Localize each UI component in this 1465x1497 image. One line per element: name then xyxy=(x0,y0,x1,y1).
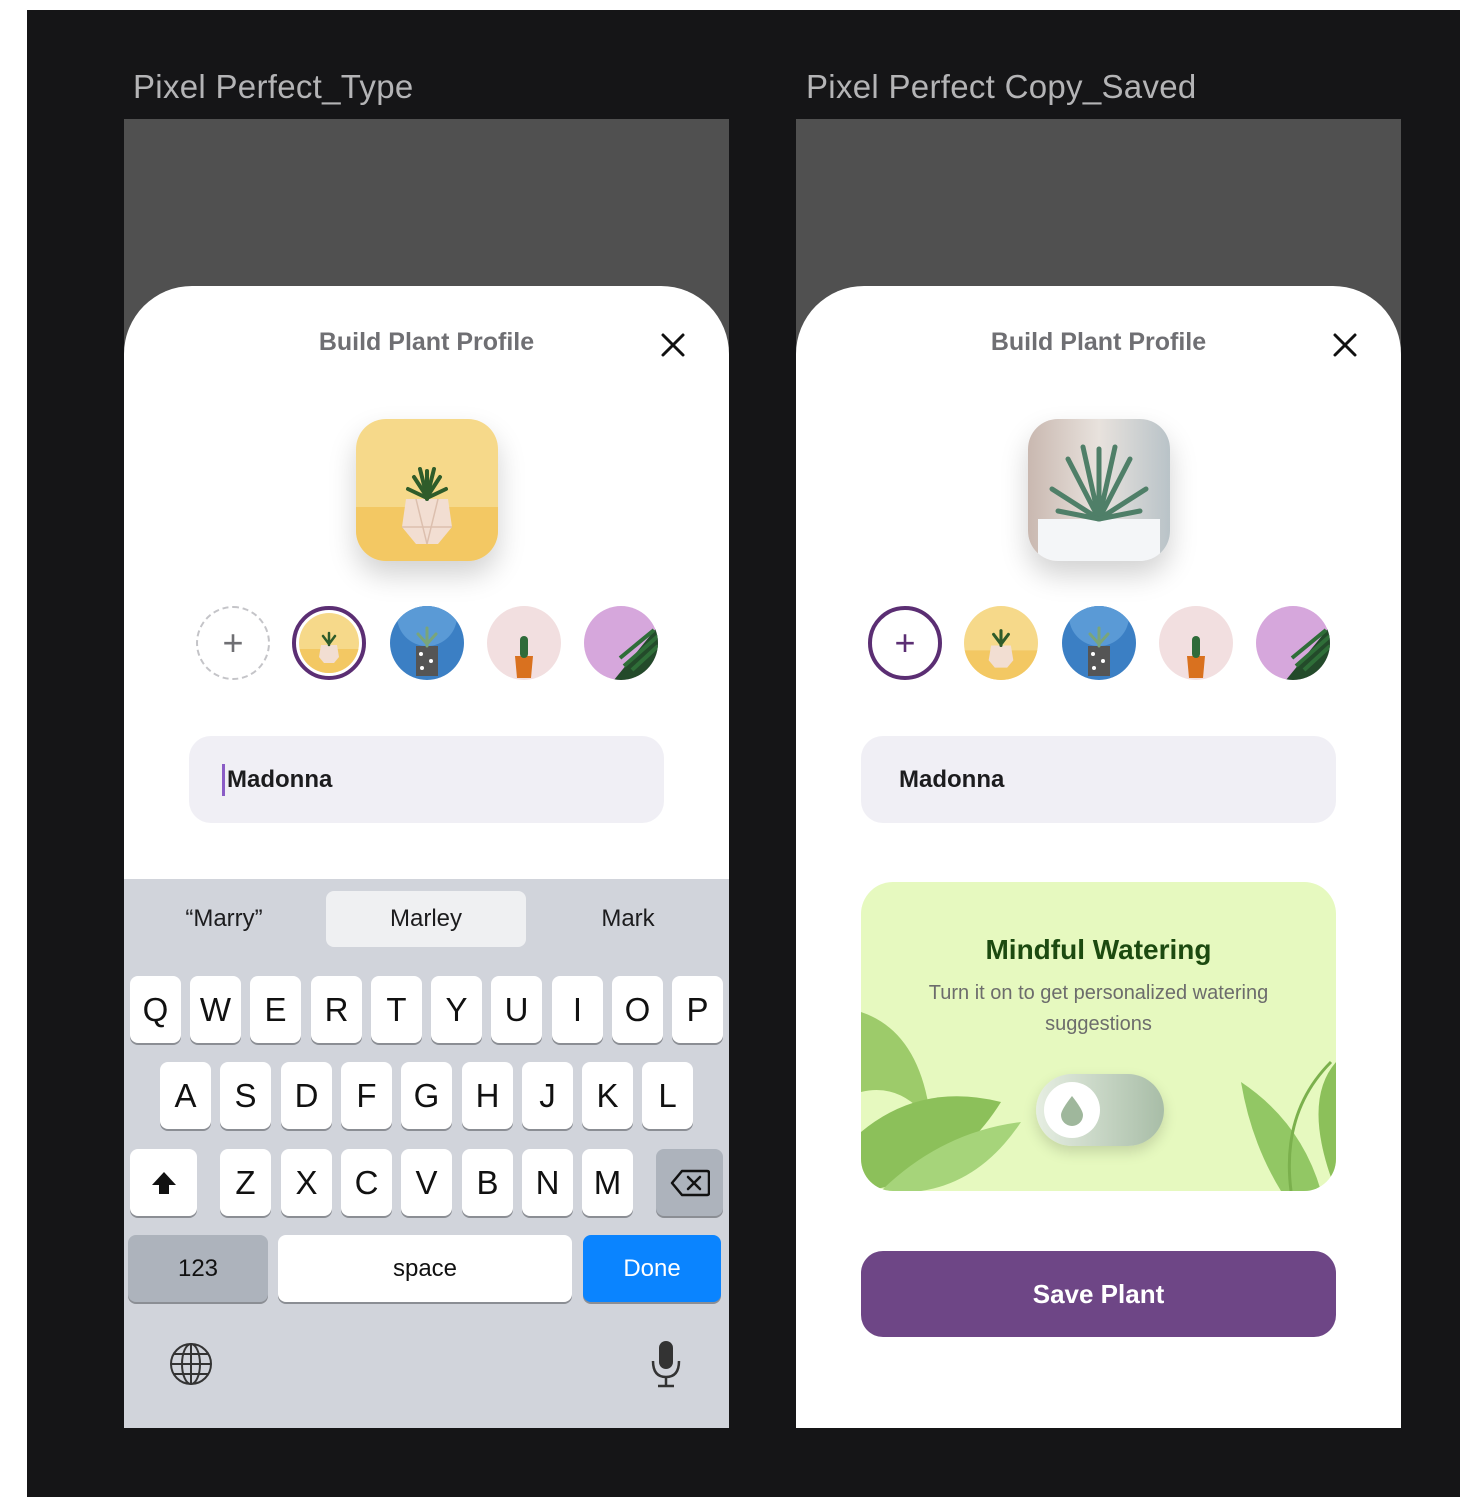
key-z[interactable]: Z xyxy=(220,1149,271,1216)
add-photo-button[interactable]: + xyxy=(196,606,270,680)
key-q[interactable]: Q xyxy=(130,976,181,1043)
backspace-key[interactable] xyxy=(656,1149,723,1216)
save-plant-button[interactable]: Save Plant xyxy=(861,1251,1336,1337)
photo-picker: + xyxy=(196,606,666,682)
globe-icon xyxy=(170,1343,212,1385)
text-caret xyxy=(222,763,225,796)
mindful-title: Mindful Watering xyxy=(985,934,1212,965)
plant-name-input[interactable]: Madonna xyxy=(861,736,1336,823)
sheet-title: Build Plant Profile xyxy=(318,328,535,356)
key-j[interactable]: J xyxy=(522,1062,573,1129)
plant-hero-image xyxy=(1028,419,1170,561)
key-t[interactable]: T xyxy=(371,976,422,1043)
key-c[interactable]: C xyxy=(341,1149,392,1216)
photo-thumb[interactable] xyxy=(1062,606,1136,680)
mindful-watering-card: Mindful Watering Turn it on to get perso… xyxy=(861,882,1336,1191)
plus-icon: + xyxy=(222,622,244,663)
add-photo-button[interactable]: + xyxy=(868,606,942,680)
water-drop-icon xyxy=(1061,1096,1083,1126)
done-key[interactable]: Done xyxy=(583,1235,721,1302)
bottom-sheet: Build Plant Profile + xyxy=(796,286,1401,1428)
key-k[interactable]: K xyxy=(582,1062,633,1129)
key-a[interactable]: A xyxy=(160,1062,211,1129)
suggestion-item[interactable]: Mark xyxy=(528,891,728,947)
key-r[interactable]: R xyxy=(311,976,362,1043)
key-l[interactable]: L xyxy=(642,1062,693,1129)
backspace-icon xyxy=(670,1169,710,1196)
photo-thumb[interactable] xyxy=(584,606,658,680)
key-i[interactable]: I xyxy=(552,976,603,1043)
frame-label-right: Pixel Perfect Copy_Saved xyxy=(806,68,1197,105)
plant-hero-image xyxy=(356,419,498,561)
suggestion-bar: “Marry” Marley Mark xyxy=(124,879,729,959)
key-m[interactable]: M xyxy=(582,1149,633,1216)
microphone-icon xyxy=(651,1341,681,1388)
key-s[interactable]: S xyxy=(220,1062,271,1129)
shift-key[interactable] xyxy=(130,1149,197,1216)
key-g[interactable]: G xyxy=(401,1062,452,1129)
suggestion-item-active[interactable]: Marley xyxy=(326,891,526,947)
photo-picker: + xyxy=(868,606,1338,682)
key-o[interactable]: O xyxy=(612,976,663,1043)
photo-thumb[interactable] xyxy=(390,606,464,680)
key-x[interactable]: X xyxy=(281,1149,332,1216)
suggestion-item[interactable]: “Marry” xyxy=(124,891,324,947)
close-button[interactable] xyxy=(1330,330,1360,360)
key-p[interactable]: P xyxy=(672,976,723,1043)
sheet-title: Build Plant Profile xyxy=(990,328,1207,356)
dictation-key[interactable] xyxy=(650,1339,682,1394)
close-button[interactable] xyxy=(658,330,688,360)
mindful-subtitle: Turn it on to get personalized watering … xyxy=(928,982,1269,1035)
key-b[interactable]: B xyxy=(462,1149,513,1216)
key-h[interactable]: H xyxy=(462,1062,513,1129)
key-u[interactable]: U xyxy=(491,976,542,1043)
key-v[interactable]: V xyxy=(401,1149,452,1216)
key-d[interactable]: D xyxy=(281,1062,332,1129)
globe-key[interactable] xyxy=(168,1341,214,1392)
mindful-watering-toggle[interactable] xyxy=(1036,1074,1164,1146)
plant-name-input[interactable]: Madonna xyxy=(189,736,664,823)
close-icon xyxy=(1333,333,1357,357)
key-n[interactable]: N xyxy=(522,1149,573,1216)
photo-thumb[interactable] xyxy=(487,606,561,680)
frame-type: Build Plant Profile + Madonna “Marry” Ma… xyxy=(124,119,729,1428)
key-e[interactable]: E xyxy=(250,976,301,1043)
plant-name-value: Madonna xyxy=(227,765,333,793)
ios-keyboard: “Marry” Marley Mark Q W E R T Y U I O P … xyxy=(124,879,729,1428)
photo-thumb[interactable] xyxy=(964,606,1038,680)
frame-saved: Build Plant Profile + Madonna Mindful Wa… xyxy=(796,119,1401,1428)
plant-name-value: Madonna xyxy=(899,765,1005,793)
space-key[interactable]: space xyxy=(278,1235,572,1302)
toggle-knob xyxy=(1044,1082,1100,1138)
photo-thumb[interactable] xyxy=(1159,606,1233,680)
photo-thumb[interactable] xyxy=(1256,606,1330,680)
key-y[interactable]: Y xyxy=(431,976,482,1043)
shift-icon xyxy=(151,1171,176,1194)
plus-icon: + xyxy=(894,622,916,663)
frame-label-left: Pixel Perfect_Type xyxy=(133,68,414,105)
photo-thumb-selected[interactable] xyxy=(292,606,366,680)
numbers-key[interactable]: 123 xyxy=(128,1235,268,1302)
key-f[interactable]: F xyxy=(341,1062,392,1129)
close-icon xyxy=(661,333,685,357)
key-w[interactable]: W xyxy=(190,976,241,1043)
